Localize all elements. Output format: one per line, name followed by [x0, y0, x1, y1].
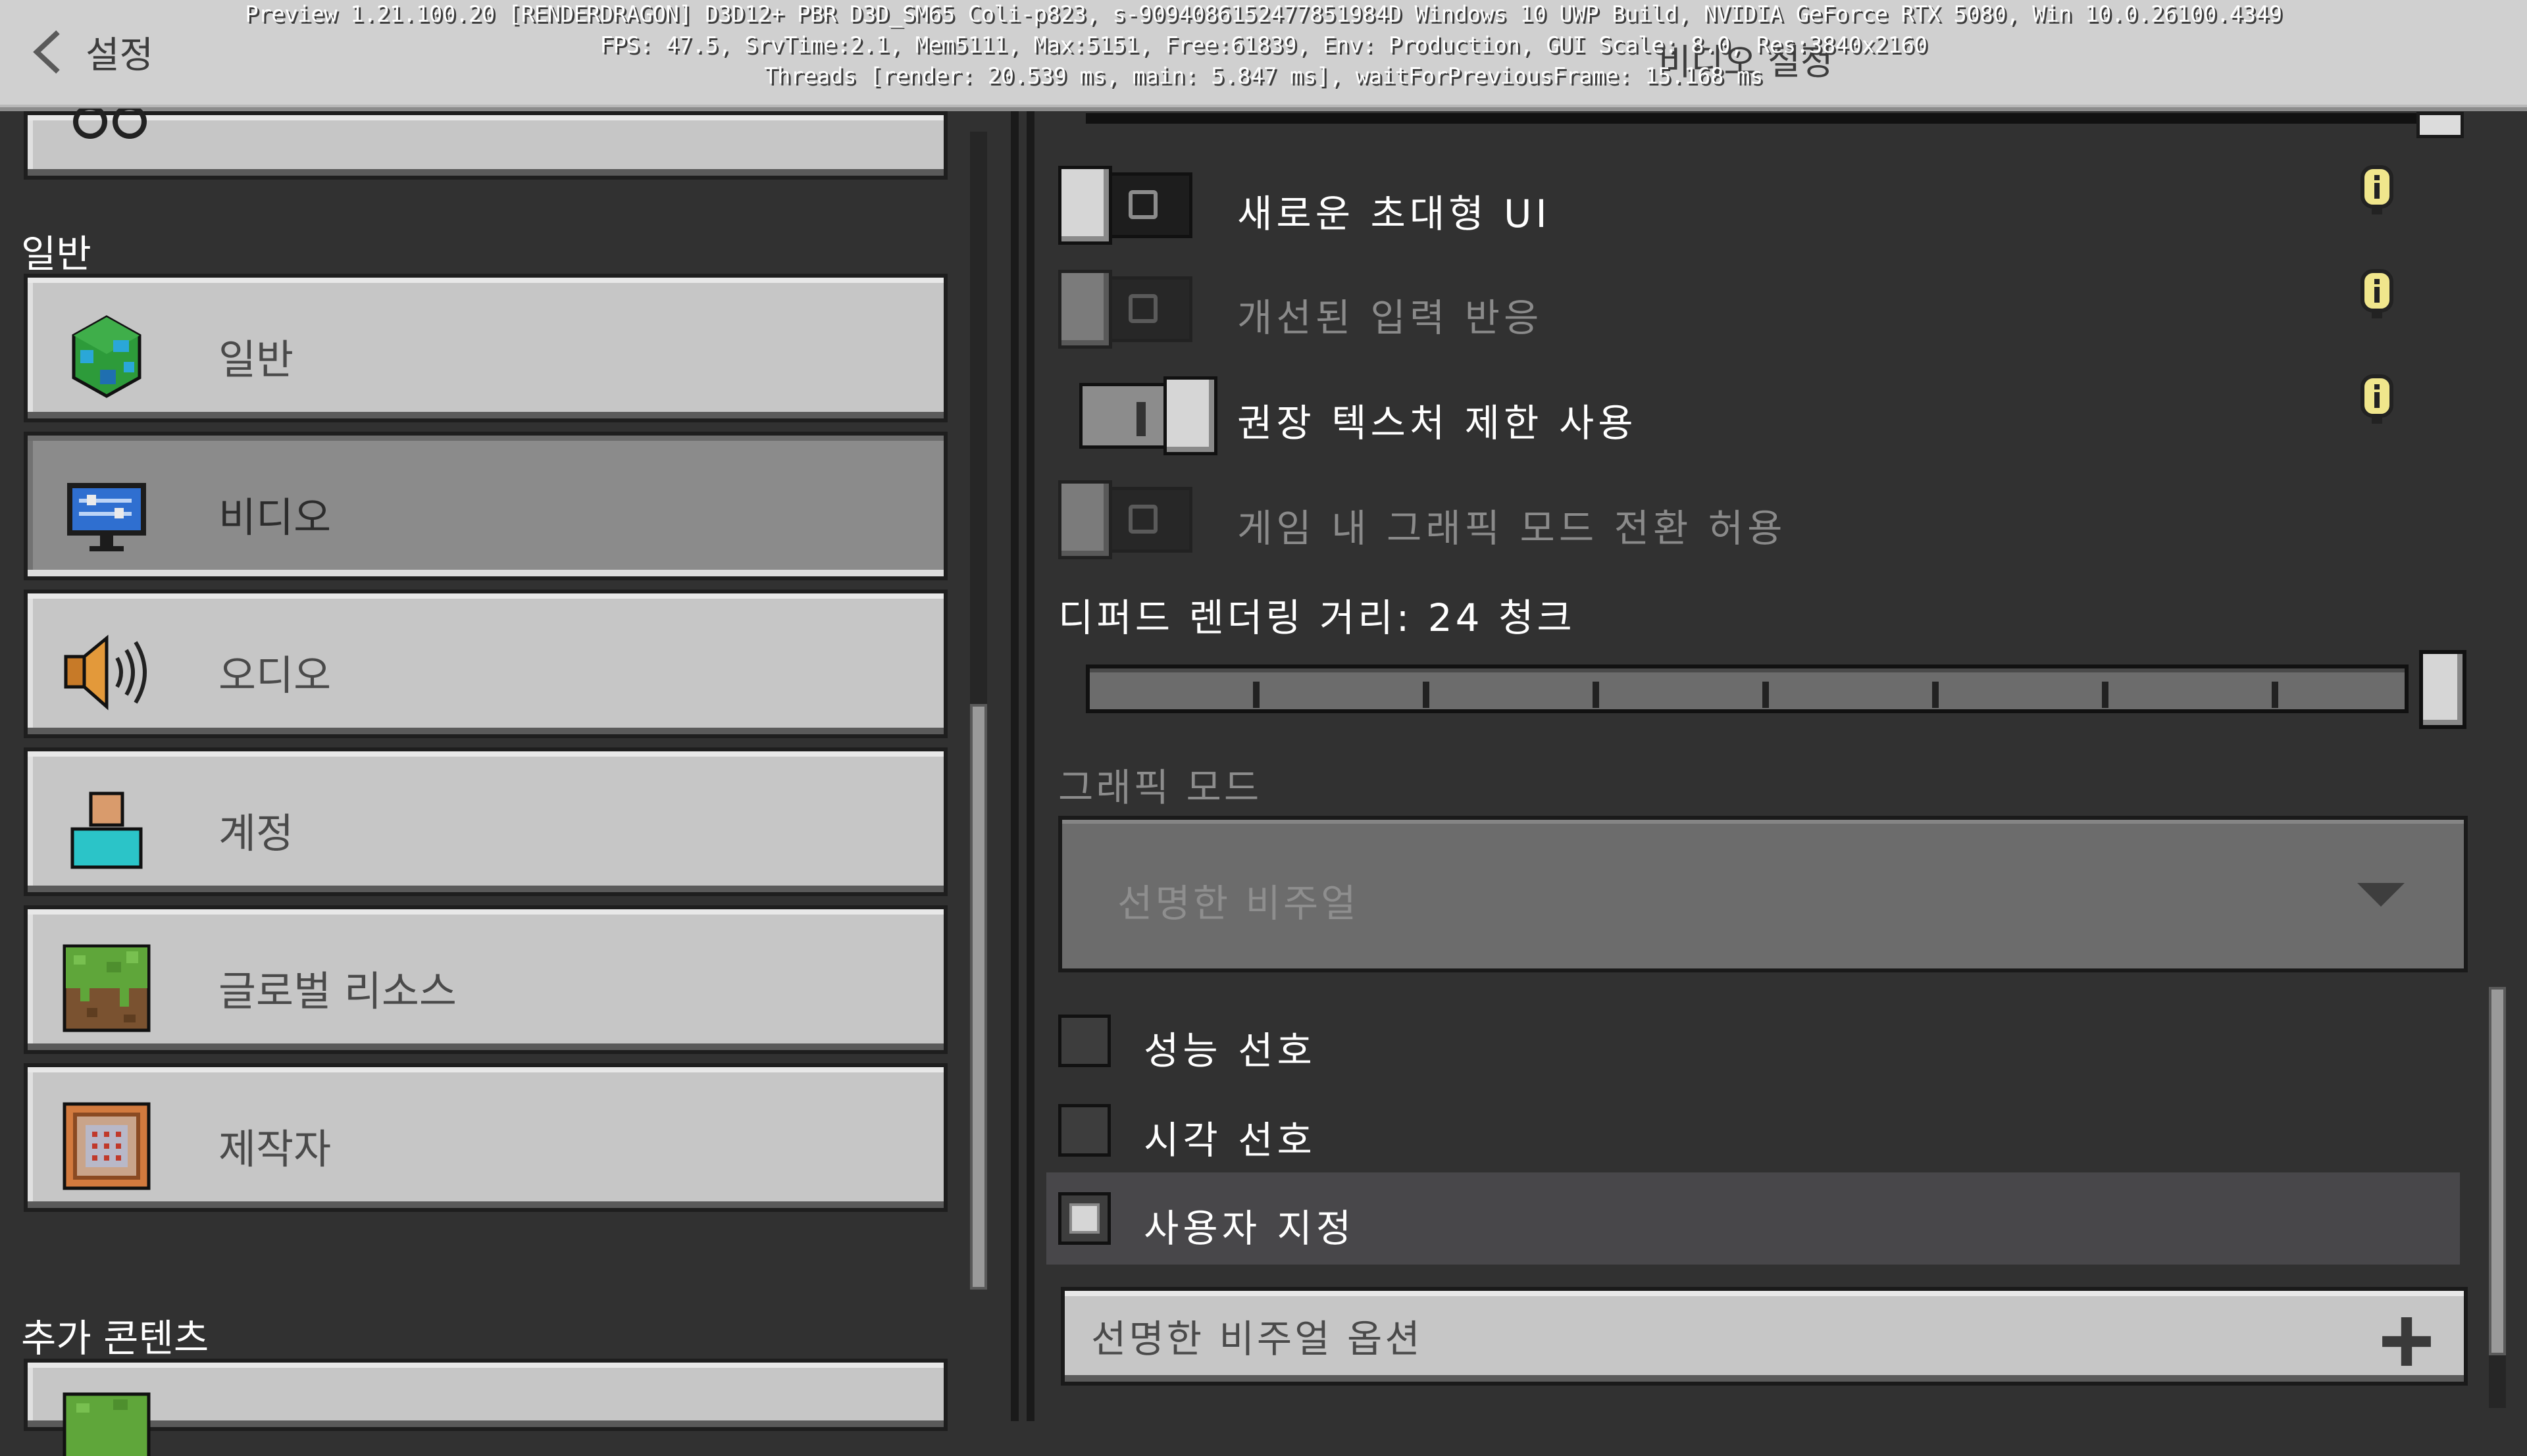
sidebar-scrollbar-thumb[interactable] [970, 704, 987, 1290]
sidebar-item-partial-bottom[interactable] [24, 1359, 948, 1456]
toggle-new-large-ui[interactable] [1058, 166, 1196, 245]
speaker-icon [64, 634, 147, 711]
command-block-icon [63, 1102, 151, 1190]
render-distance-slider[interactable] [1086, 665, 2409, 713]
slider-tick [2102, 682, 2108, 708]
toggle-knob [1058, 270, 1112, 349]
slider-tick [1253, 682, 1260, 708]
render-distance-label: 디퍼드 렌더링 거리: 24 청크 [1058, 595, 1575, 640]
sidebar-item-account[interactable]: 계정 [24, 747, 948, 896]
toggle-off-mark [1129, 190, 1158, 219]
info-icon[interactable] [2357, 164, 2397, 217]
toggle-label-improved-input: 개선된 입력 반응 [1237, 295, 1543, 340]
debug-line-3: Threads [render: 20.539 ms, main: 5.847 … [764, 63, 1763, 89]
globe-icon [72, 315, 141, 398]
toggle-knob [1058, 480, 1112, 559]
radio-custom[interactable]: 사용자 지정 [1046, 1172, 2460, 1265]
toggle-off-mark [1129, 505, 1158, 534]
dropdown-selected-value: 선명한 비주얼 [1117, 881, 1359, 926]
expander-label: 선명한 비주얼 옵션 [1091, 1317, 1423, 1361]
slider-tick [1593, 682, 1599, 708]
toggle-knob [1163, 376, 1217, 455]
toggle-label-ingame-graphics-switch: 게임 내 그래픽 모드 전환 허용 [1237, 506, 1787, 551]
slider-track-partial[interactable] [1086, 113, 2435, 124]
debug-line-1: Preview 1.21.100.20 [RENDERDRAGON] D3D12… [245, 1, 2282, 28]
grass-block-icon [63, 1392, 151, 1456]
radio-visual[interactable]: 시각 선호 [1046, 1084, 2460, 1176]
account-icon [70, 791, 143, 869]
radio-box [1058, 1104, 1111, 1157]
content-scrollbar-thumb[interactable] [2489, 987, 2506, 1355]
toggle-label-recommended-texture-limit: 권장 텍스처 제한 사용 [1237, 401, 1637, 445]
glasses-icon [73, 109, 147, 139]
toggle-ingame-graphics-switch[interactable] [1058, 480, 1196, 559]
sidebar-item-label: 오디오 [218, 651, 332, 699]
plus-icon [2382, 1317, 2431, 1366]
sidebar-item-label: 비디오 [218, 493, 332, 541]
sidebar: 일반 일반 비디오 오디오 계정 글로벌 리소스 제작자 추가 콘텐츠 [0, 109, 1013, 1456]
sidebar-item-label: 계정 [218, 809, 294, 857]
sidebar-item-general[interactable]: 일반 [24, 274, 948, 422]
render-distance-slider-thumb[interactable] [2419, 650, 2466, 729]
radio-box [1058, 1015, 1111, 1067]
sidebar-item-audio[interactable]: 오디오 [24, 590, 948, 738]
sidebar-item-global-resources[interactable]: 글로벌 리소스 [24, 905, 948, 1054]
sidebar-item-creator[interactable]: 제작자 [24, 1063, 948, 1212]
toggle-knob [1058, 166, 1112, 245]
slider-tick [1423, 682, 1429, 708]
sidebar-divider [1011, 111, 1019, 1421]
grass-block-icon [63, 944, 151, 1032]
slider-tick [1932, 682, 1939, 708]
info-icon[interactable] [2357, 268, 2397, 321]
top-bar: 설정 비디오 설정 Preview 1.21.100.20 [RENDERDRA… [0, 0, 2527, 111]
monitor-icon [67, 483, 146, 551]
vibrant-visuals-options-expander[interactable]: 선명한 비주얼 옵션 [1061, 1287, 2468, 1386]
radio-label: 사용자 지정 [1144, 1206, 1356, 1251]
radio-checked-mark [1069, 1203, 1100, 1234]
radio-box [1058, 1192, 1111, 1245]
radio-performance[interactable]: 성능 선호 [1046, 995, 2460, 1087]
radio-label: 성능 선호 [1144, 1028, 1316, 1073]
slider-thumb-partial[interactable] [2416, 112, 2464, 138]
toggle-on-mark [1136, 402, 1146, 436]
section-title-additional: 추가 콘텐츠 [21, 1316, 209, 1361]
slider-tick [1762, 682, 1769, 708]
chevron-down-icon [2357, 883, 2405, 907]
toggle-improved-input[interactable] [1058, 270, 1196, 349]
info-icon[interactable] [2357, 374, 2397, 426]
graphics-mode-label: 그래픽 모드 [1058, 765, 1262, 810]
content-edge [1027, 111, 1034, 1421]
toggle-off-mark [1129, 294, 1158, 323]
toggle-recommended-texture-limit[interactable] [1079, 376, 1217, 455]
debug-line-2: FPS: 47.5, SrvTime:2.1, Mem5111, Max:515… [600, 32, 1927, 59]
graphics-mode-dropdown[interactable]: 선명한 비주얼 [1058, 816, 2468, 972]
sidebar-item-label: 제작자 [218, 1125, 332, 1173]
section-title-general: 일반 [21, 232, 91, 276]
toggle-label-new-large-ui: 새로운 초대형 UI [1237, 191, 1551, 236]
sidebar-item-label: 일반 [218, 336, 294, 384]
sidebar-item-partial[interactable] [24, 109, 948, 180]
sidebar-item-label: 글로벌 리소스 [218, 967, 457, 1015]
slider-tick [2272, 682, 2278, 708]
radio-label: 시각 선호 [1144, 1118, 1316, 1163]
sidebar-item-video[interactable]: 비디오 [24, 432, 948, 580]
